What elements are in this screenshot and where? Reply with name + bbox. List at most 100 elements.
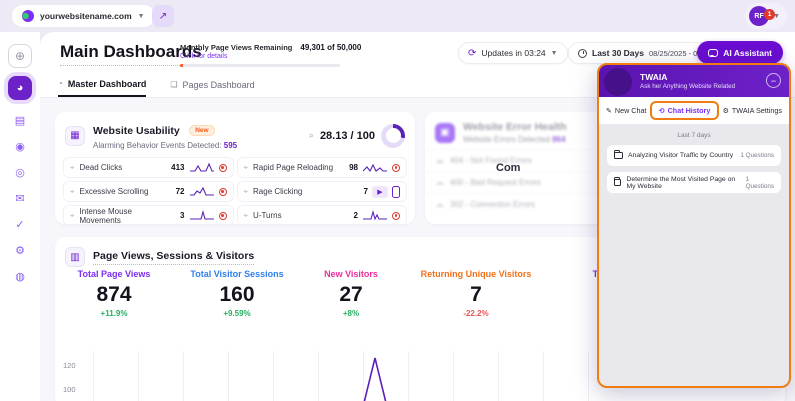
metric-value: 2 [354,211,358,220]
sidebar-item-dashboards[interactable]: ◕ [8,76,32,100]
clock-icon [578,49,587,58]
pageviews-line-chart: 120 100 [63,345,633,401]
sidebar-item-settings[interactable]: ⚙ [8,238,32,262]
avatar-initials: RF [754,13,763,20]
top-bar: yourwebsitename.com ▼ ↗ RF 1 ▼ [0,0,795,32]
history-meta: 1 Questions [740,152,774,159]
sidebar-item-security[interactable]: ✓ [8,212,32,236]
video-recording-icon[interactable]: ▶ [372,186,388,198]
sidebar: ⊕ ◕ ▤ ◉ ◎ ✉ ✓ ⚙ ◍ [0,32,40,401]
visitor-stats: Total Page Views 874 +11.9% Total Visito… [55,269,655,318]
score-ring [381,124,405,148]
metric-dead-clicks[interactable]: ⌖ Dead Clicks 413 [63,157,234,178]
usability-metrics: ⌖ Dead Clicks 413 ⌖ Rapid Page Reloading… [55,155,415,228]
sidebar-item-heatmaps[interactable]: ▤ [8,108,32,132]
history-meta: 1 Questions [746,176,774,190]
section-title: Page Views, Sessions & Visitors [93,250,254,265]
stat-label: Returning Unique Visitors [401,269,551,279]
sparkline [189,186,215,197]
magnifier-icon: ⌕ [309,130,314,141]
sparkline [362,162,388,173]
avatar: RF 1 [749,6,769,26]
chevron-down-icon: ▼ [138,13,145,20]
chat-bubble-icon [708,49,718,57]
click-icon: ⌖ [244,187,249,197]
alert-icon [219,188,227,196]
dashboard-icon: ◕ [17,82,24,94]
account-menu[interactable]: RF 1 ▼ [745,3,787,29]
click-icon: ⌖ [70,163,75,173]
history-title: Analyzing Visitor Traffic by Country [628,152,733,159]
quota-details-link[interactable]: Click for details [180,53,410,60]
open-site-button[interactable]: ↗ [152,5,174,27]
quota-progress-bar [180,64,340,67]
ai-panel-tabs: ✎ New Chat ⟲ Chat History ⚙ TWAIA Settin… [599,97,789,124]
metric-label: Rage Clicking [253,187,302,196]
metric-value: 3 [180,211,184,220]
error-label: 302 - Connection Errors [450,200,535,209]
sparkline [189,162,215,173]
stat-label: Total Page Views [55,269,173,279]
visitors-section-icon: ▥ [65,247,85,267]
chevron-down-icon: ▼ [551,50,558,57]
sidebar-item-goals[interactable]: ◎ [8,160,32,184]
tab-pages-dashboard[interactable]: ❏ Pages Dashboard [170,72,254,97]
site-domain: yourwebsitename.com [40,11,132,21]
tab-label: TWAIA Settings [732,106,782,115]
tab-label: New Chat [615,106,647,115]
ai-assistant-button[interactable]: AI Assistant [697,41,783,64]
metric-rage-clicking[interactable]: ⌖ Rage Clicking 7 ▶ [237,181,408,202]
mobile-device-icon[interactable] [392,186,400,198]
gear-icon: ⚙ [723,107,729,115]
tab-chat-history[interactable]: ⟲ Chat History [650,101,720,120]
history-item[interactable]: Determine the Most Visited Page on My We… [607,172,781,193]
stat-label: Total Visitor Sessions [173,269,301,279]
quota-label: Monthly Page Views Remaining [180,43,292,52]
metric-excessive-scrolling[interactable]: ⌖ Excessive Scrolling 72 [63,181,234,202]
minimize-button[interactable]: − [766,73,781,88]
stat-delta: -22.2% [401,309,551,318]
stat-value: 27 [301,283,401,307]
stat-new-visitors[interactable]: New Visitors 27 +8% [301,269,401,318]
stat-value: 160 [173,283,301,307]
sidebar-item-recordings[interactable]: ◉ [8,134,32,158]
sidebar-add-button[interactable]: ⊕ [8,44,32,68]
stat-total-visitor-sessions[interactable]: Total Visitor Sessions 160 +9.59% [173,269,301,318]
sidebar-item-feedback[interactable]: ✉ [8,186,32,210]
history-title: Determine the Most Visited Page on My We… [626,176,740,190]
metric-rapid-page-reloading[interactable]: ⌖ Rapid Page Reloading 98 [237,157,408,178]
new-badge: New [189,125,214,136]
heatmap-icon: ▤ [15,114,25,127]
metric-u-turns[interactable]: ⌖ U-Turns 2 [237,205,408,226]
pages-tab-icon: ❏ [170,80,177,89]
history-item[interactable]: Analyzing Visitor Traffic by Country 1 Q… [607,145,781,166]
stat-returning-unique-visitors[interactable]: Returning Unique Visitors 7 -22.2% [401,269,551,318]
tab-new-chat[interactable]: ✎ New Chat [606,106,646,115]
target-icon: ◎ [15,166,25,179]
stat-value: 7 [401,283,551,307]
add-icon: ⊕ [15,49,25,63]
minus-icon: − [771,76,776,86]
stat-total-page-views[interactable]: Total Page Views 874 +11.9% [55,269,173,318]
sparkline [362,210,388,221]
gear-icon: ⚙ [15,244,25,257]
metric-intense-mouse-movements[interactable]: ⌖ Intense Mouse Movements 3 [63,205,234,226]
updates-label: Updates in 03:24 [481,48,545,58]
click-icon: ⌖ [70,187,75,197]
history-icon: ⟲ [659,107,665,115]
usability-score: 28.13 / 100 [320,130,375,142]
site-selector[interactable]: yourwebsitename.com ▼ [12,5,155,27]
external-link-icon: ↗ [159,11,167,22]
updates-timer[interactable]: ⟳ Updates in 03:24 ▼ [458,42,568,64]
error-label: 400 - Bad Request Errors [450,178,541,187]
tab-label: Pages Dashboard [183,80,255,90]
pageview-quota[interactable]: Monthly Page Views Remaining 49,301 of 5… [180,43,410,67]
tab-master-dashboard[interactable]: ◔ Master Dashboard [58,72,146,97]
trend-line [63,345,633,401]
tab-twaia-settings[interactable]: ⚙ TWAIA Settings [723,106,782,115]
sidebar-item-location[interactable]: ◍ [8,264,32,288]
alert-icon [219,212,227,220]
metric-label: Intense Mouse Movements [80,207,176,225]
error-health-icon: ▣ [435,123,455,143]
metric-value: 7 [364,187,368,196]
